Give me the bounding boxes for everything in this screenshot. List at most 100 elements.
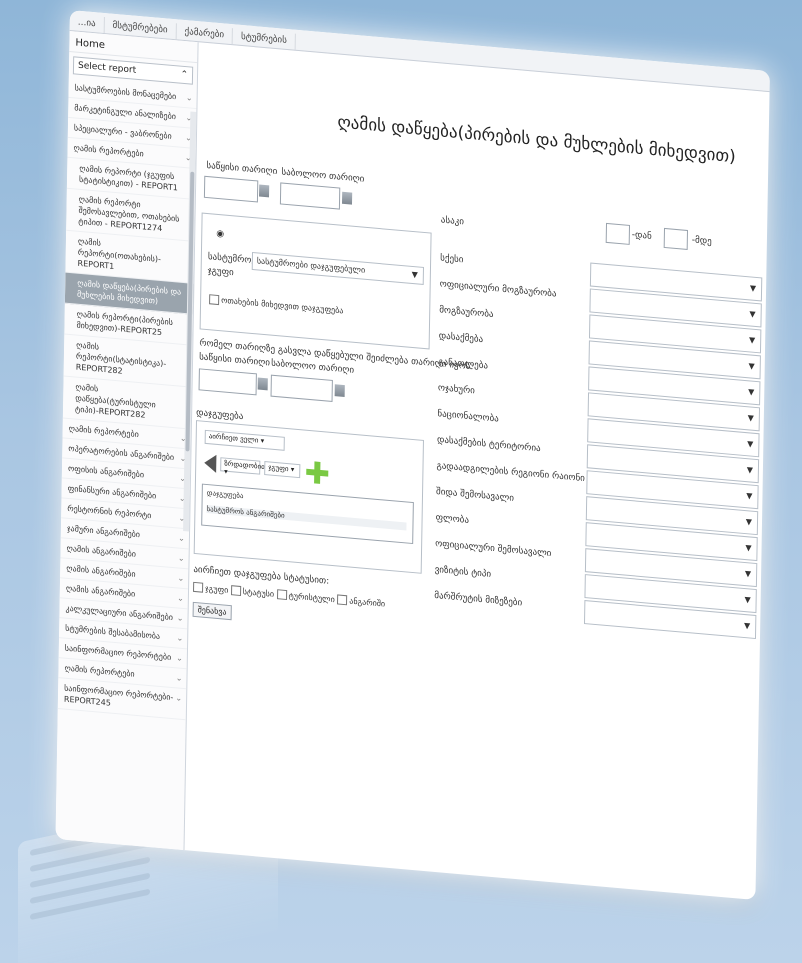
hotel-checkbox[interactable]: ოთახების მიხედვით დაჯგუფება xyxy=(209,294,343,316)
filter-label: ვიზიტის ტიპი xyxy=(434,564,492,580)
tab-1[interactable]: ...ია xyxy=(69,13,105,34)
plus-icon[interactable] xyxy=(306,461,328,485)
sort-dropdown-2[interactable]: ჯგუფი ▾ xyxy=(264,461,301,479)
filter-label: ოჯახური xyxy=(437,383,475,397)
grouping-dropdown[interactable]: აირჩიეთ ველი ▾ xyxy=(204,429,285,451)
end-date-label-2: საბოლოო თარიღი xyxy=(271,358,355,376)
start-date-label: საწყისი თარიღი xyxy=(206,160,278,178)
checkbox-2[interactable]: სტატუსი xyxy=(230,585,274,598)
calendar-icon[interactable] xyxy=(259,184,270,198)
sort-dropdown-2-value: ჯგუფი xyxy=(268,463,289,474)
chevron-down-icon: ⌄ xyxy=(177,593,184,604)
sidebar-item-label: ღამის რეპორტი შემოსავლებით, ოთახების ტიპ… xyxy=(78,194,180,234)
chevron-down-icon: ⌄ xyxy=(176,653,183,663)
filter-label: მოგზაურობა xyxy=(439,305,494,321)
filter-label: შიდა შემოსავალი xyxy=(436,487,514,504)
chevron-down-icon: ▼ xyxy=(411,269,418,280)
chevron-down-icon: ▼ xyxy=(744,569,752,579)
checkbox-4[interactable]: ანგარიში xyxy=(337,594,385,608)
calendar-icon[interactable] xyxy=(341,191,353,205)
screenshot-stage: ...ია მსტუმრებები ქამარები სტუმრების Hom… xyxy=(0,0,802,963)
calendar-icon[interactable] xyxy=(257,377,268,391)
grouping-dropdown-value: აირჩიეთ ველი xyxy=(208,432,259,445)
hotel-panel: ◉ სასტუმროები ჯგუფი სასტუმროები დაჯგუფებ… xyxy=(199,212,432,350)
list-item[interactable]: სასტუმროს ანგარიშები xyxy=(206,505,407,531)
filter-label: ნაციონალობა xyxy=(437,409,499,425)
page-title: ღამის დაწყება(პირების და მუხლების მიხედვ… xyxy=(337,112,736,168)
grouping-list: დაჯგუფება სასტუმროს ანგარიშები xyxy=(201,483,414,545)
end-date-label: საბოლოო თარიღი xyxy=(281,167,365,185)
sidebar-item-label: ღამის ანგარიშები xyxy=(66,543,137,559)
sidebar-item-label: რესტორნის რეპორტი xyxy=(67,503,152,521)
arrow-left-icon[interactable] xyxy=(204,453,217,473)
age-to-input[interactable] xyxy=(663,227,689,251)
chevron-down-icon: ⌄ xyxy=(176,613,184,624)
sidebar-item-label: ღამის რეპორტები xyxy=(73,143,144,159)
sidebar-item-label: ღამის რეპორტი (ჯგუფის სტატისტიკით) - REP… xyxy=(78,163,178,193)
main-content: ღამის დაწყება(პირების და მუხლების მიხედვ… xyxy=(184,42,769,900)
sidebar-item-label: ფინანსური ანგარიშები xyxy=(67,483,157,501)
start-date-input-2[interactable] xyxy=(198,368,257,396)
chevron-down-icon: ⌄ xyxy=(176,633,184,643)
sidebar-item-label: სტუმრების შესაბამისობა xyxy=(65,623,161,641)
filter-label: ოფიციალური შემოსავალი xyxy=(435,538,552,560)
chevron-down-icon: ▼ xyxy=(749,309,756,319)
filter-label: სქესი xyxy=(440,253,464,266)
list-header: დაჯგუფება xyxy=(206,489,244,501)
chevron-down-icon: ⌄ xyxy=(177,573,185,584)
sidebar-item-label: ღამის დაწყება(ტურისტული ტიპი)-REPORT282 xyxy=(74,382,156,420)
start-date-label-2: საწყისი თარიღი xyxy=(199,352,271,369)
sidebar: Home Select report ⌃ სასტუმროების მონაცე… xyxy=(55,30,199,851)
chevron-down-icon: ⌄ xyxy=(175,693,183,703)
end-date-input-2[interactable] xyxy=(270,374,333,402)
end-date-input[interactable] xyxy=(279,182,341,210)
chevron-down-icon: ⌄ xyxy=(175,673,183,683)
chevron-down-icon: ▼ xyxy=(747,413,754,423)
sidebar-item-label: ღამის ანგარიშები xyxy=(65,583,136,599)
radio-icon[interactable]: ◉ xyxy=(216,229,224,240)
chevron-down-icon: ▼ xyxy=(744,595,751,605)
generate-button[interactable]: შენახვა xyxy=(192,601,232,621)
sidebar-item-label: ღამის რეპორტი(პირების მიხედვით)-REPORT25 xyxy=(76,309,173,338)
hotel-dropdown[interactable]: სასტუმროები დაჯგუფებული ▼ xyxy=(251,251,425,285)
chevron-down-icon: ▼ xyxy=(748,335,756,345)
chevron-down-icon: ⌄ xyxy=(178,533,186,544)
filter-label: გადაადგილების რეგიონი რაიონი xyxy=(436,461,585,485)
report-menu: სასტუმროების მონაცემები ⌄ მარკეტინგული ანა… xyxy=(57,77,197,721)
hotel-checkbox-label: ოთახების მიხედვით დაჯგუფება xyxy=(221,295,344,316)
sidebar-item-label: სპეციალური - ვაბრონები xyxy=(73,123,172,141)
filter-label: მარშრუტის მიზეზები xyxy=(434,590,523,609)
sidebar-item-label: საინფორმაციო რეპორტები-REPORT245 xyxy=(63,683,174,708)
start-date-input[interactable] xyxy=(203,175,259,203)
app-window: ...ია მსტუმრებები ქამარები სტუმრების Hom… xyxy=(55,10,770,901)
filter-label: ფლობა xyxy=(435,513,470,526)
sidebar-item-label: ჯამური ანგარიშები xyxy=(66,523,141,540)
chevron-down-icon: ▼ xyxy=(745,543,752,553)
sidebar-item-label: ღამის რეპორტები xyxy=(64,663,135,679)
filter-label: დასაქმება xyxy=(438,331,484,346)
grouping-panel: აირჩიეთ ველი ▾ ზრდადობით ▾ ჯგუფი ▾ დაჯგუ… xyxy=(193,420,424,574)
sidebar-item-label: ღამის რეპორტები xyxy=(68,423,139,440)
chevron-down-icon: ▼ xyxy=(747,439,754,449)
chevron-down-icon: ⌄ xyxy=(177,553,185,564)
age-from-input[interactable] xyxy=(605,222,631,245)
sidebar-item-label: ღამის რეპორტი(ოთახების)-REPORT1 xyxy=(77,236,161,271)
chevron-down-icon: ▼ xyxy=(749,283,757,293)
report-select-placeholder: Select report xyxy=(77,60,137,76)
checkbox-1[interactable]: ჯგუფი xyxy=(193,581,228,594)
to-label: -მდე xyxy=(691,235,712,248)
chevron-down-icon: ▾ xyxy=(260,436,265,446)
calendar-icon[interactable] xyxy=(334,384,345,398)
sort-dropdown-1[interactable]: ზრდადობით ▾ xyxy=(220,457,267,476)
age-label: ასაკი xyxy=(440,215,465,228)
chevron-down-icon: ▼ xyxy=(748,361,755,371)
sidebar-item-label: ღამის რეპორტი(სტატისტიკა)-REPORT282 xyxy=(75,340,167,376)
hotel-dropdown-value: სასტუმროები დაჯგუფებული xyxy=(256,256,366,275)
sidebar-item-label: ღამის ანგარიშები xyxy=(66,563,136,579)
sidebar-item-label: მარკეტინგული ანალიზები xyxy=(74,103,177,122)
sidebar-item-label: სასტუმროების მონაცემები xyxy=(74,83,177,102)
checkbox-3[interactable]: ტურისტული xyxy=(276,589,335,604)
filter-label: დასაქმების ტერიტორია xyxy=(436,435,541,455)
sidebar-item-label: ოფისის ანგარიშები xyxy=(67,463,145,480)
hotel-group-label: ჯგუფი xyxy=(207,266,234,279)
